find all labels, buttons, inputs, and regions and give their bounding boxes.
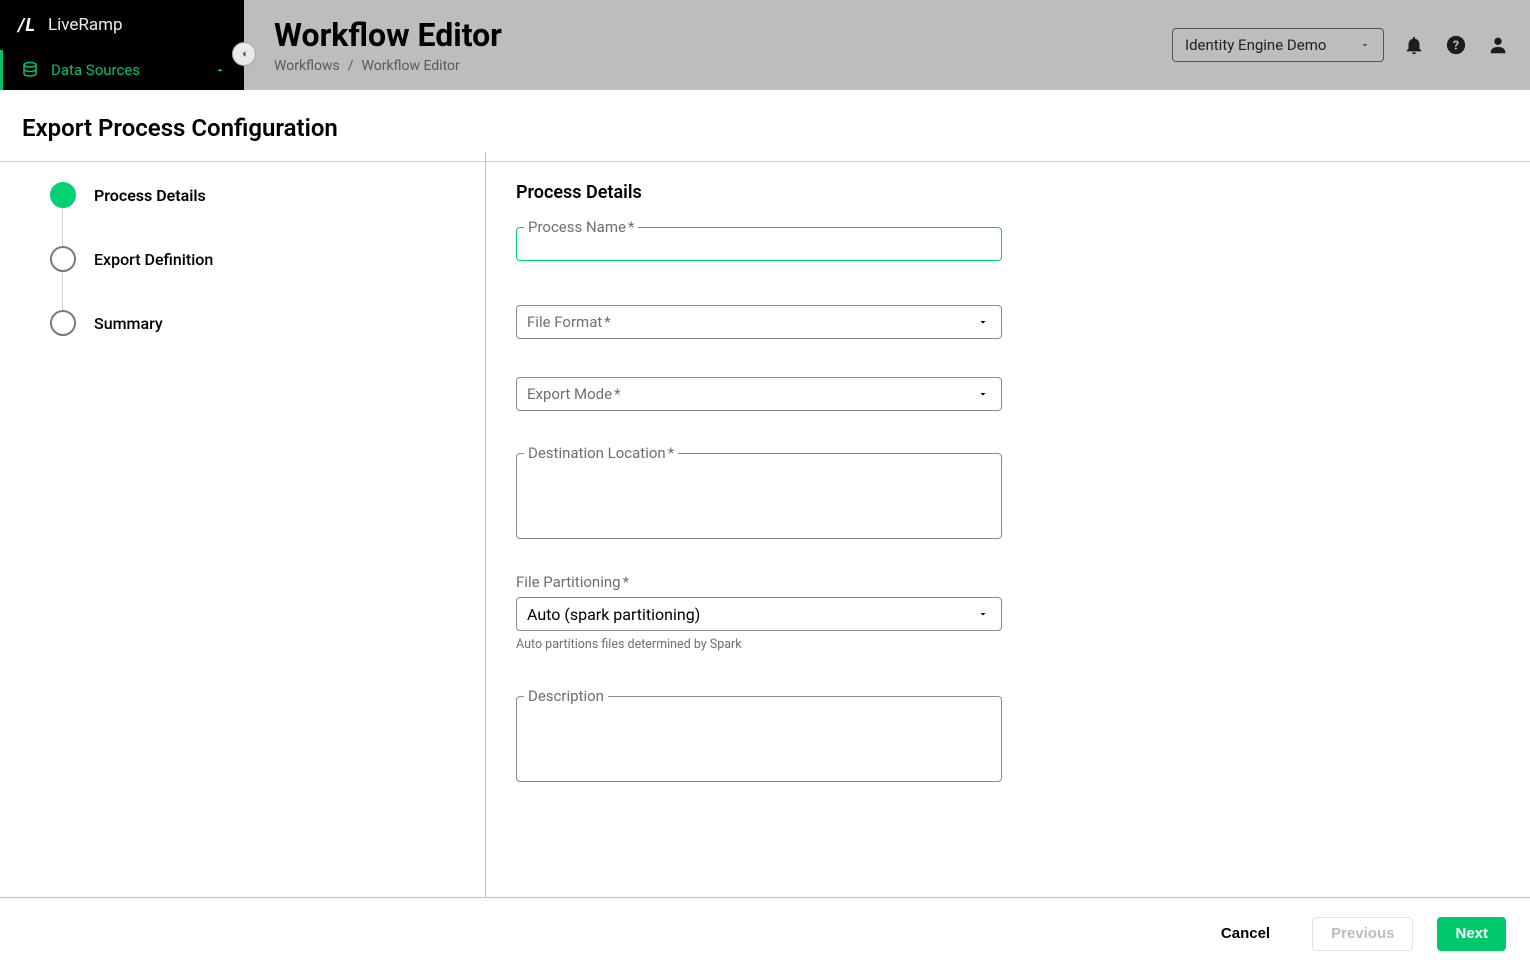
brand: /L LiveRamp — [0, 0, 244, 50]
chevron-up-icon — [214, 64, 226, 76]
step-export-definition[interactable]: Export Definition — [50, 246, 435, 272]
sidebar-item-data-sources[interactable]: Data Sources — [0, 50, 244, 90]
step-connector — [62, 208, 63, 246]
caret-down-icon — [1359, 39, 1371, 51]
config-panel: Export Process Configuration Process Det… — [0, 90, 1530, 969]
partitioning-select[interactable]: Auto (spark partitioning) — [516, 597, 1002, 631]
field-description: Description — [516, 696, 1002, 786]
partitioning-value: Auto (spark partitioning) — [527, 605, 991, 624]
help-icon[interactable]: ? — [1444, 33, 1468, 57]
next-button[interactable]: Next — [1437, 917, 1506, 951]
partitioning-helper: Auto partitions files determined by Spar… — [516, 637, 1002, 652]
field-process-name: Process Name* — [516, 227, 1002, 261]
breadcrumb-current: Workflow Editor — [362, 58, 460, 74]
form-title: Process Details — [516, 182, 1500, 203]
step-connector — [62, 272, 63, 310]
step-circle-icon — [50, 310, 76, 336]
step-label: Process Details — [94, 186, 206, 205]
database-icon — [21, 61, 39, 79]
header-actions: Identity Engine Demo ? — [1172, 0, 1510, 90]
brand-name: LiveRamp — [48, 15, 123, 35]
previous-button: Previous — [1312, 917, 1413, 951]
step-label: Summary — [94, 314, 163, 333]
step-label: Export Definition — [94, 250, 213, 269]
sidebar-item-label: Data Sources — [51, 61, 140, 79]
brand-logo: /L — [18, 15, 36, 36]
file-format-select[interactable]: File Format* — [516, 305, 1002, 339]
destination-input[interactable] — [516, 453, 1002, 539]
tenant-selector-value: Identity Engine Demo — [1185, 36, 1326, 54]
panel-title: Export Process Configuration — [0, 90, 1530, 161]
step-summary[interactable]: Summary — [50, 310, 435, 336]
field-partitioning: File Partitioning* Auto (spark partition… — [516, 573, 1002, 652]
sidebar: /L LiveRamp Data Sources — [0, 0, 244, 90]
field-label: Export Mode* — [527, 385, 991, 403]
cancel-button[interactable]: Cancel — [1203, 917, 1288, 951]
process-name-input[interactable] — [516, 227, 1002, 261]
form: Process Details Process Name* File Forma… — [486, 152, 1530, 897]
tenant-selector[interactable]: Identity Engine Demo — [1172, 28, 1384, 62]
notifications-icon[interactable] — [1402, 33, 1426, 57]
breadcrumb-separator: / — [348, 58, 354, 74]
field-label: File Format* — [527, 313, 991, 331]
caret-down-icon — [977, 608, 989, 620]
breadcrumb-parent[interactable]: Workflows — [274, 58, 340, 74]
sidebar-collapse-button[interactable] — [232, 42, 256, 66]
step-circle-icon — [50, 182, 76, 208]
caret-down-icon — [977, 388, 989, 400]
step-process-details[interactable]: Process Details — [50, 182, 435, 208]
caret-down-icon — [977, 316, 989, 328]
description-input[interactable] — [516, 696, 1002, 782]
svg-text:?: ? — [1453, 39, 1459, 54]
user-icon[interactable] — [1486, 33, 1510, 57]
field-file-format: File Format* — [516, 305, 1002, 339]
field-label: File Partitioning* — [516, 573, 1002, 591]
stepper: Process Details Export Definition Summar… — [0, 152, 486, 897]
export-mode-select[interactable]: Export Mode* — [516, 377, 1002, 411]
step-circle-icon — [50, 246, 76, 272]
footer: Cancel Previous Next — [0, 897, 1530, 969]
field-export-mode: Export Mode* — [516, 377, 1002, 411]
field-destination: Destination Location* — [516, 453, 1002, 543]
